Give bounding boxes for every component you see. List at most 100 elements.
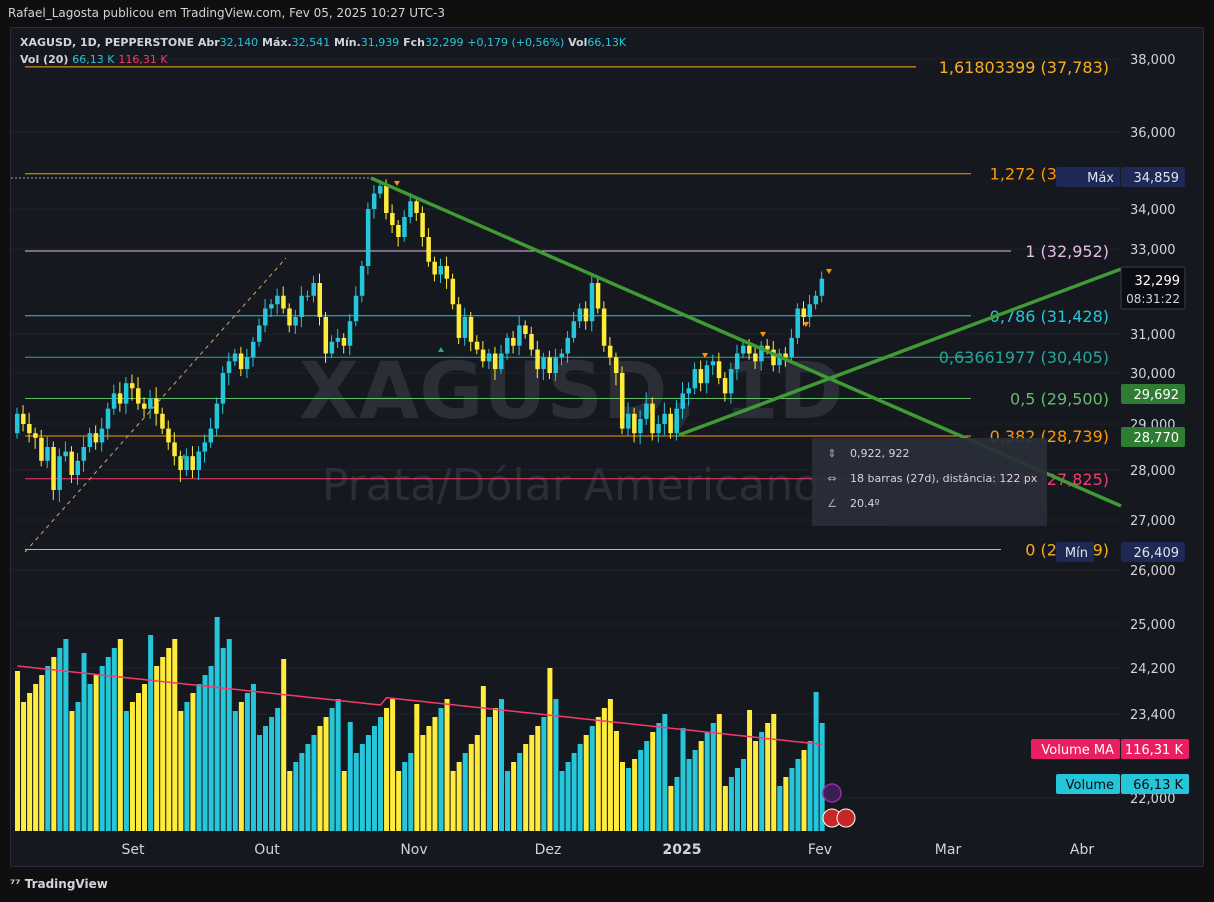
volume-bar bbox=[716, 714, 722, 831]
brand-name: TradingView bbox=[24, 877, 108, 891]
candle-body bbox=[686, 388, 692, 394]
candle-body bbox=[45, 447, 50, 461]
volume-bar bbox=[202, 675, 208, 831]
candle-body bbox=[335, 337, 341, 342]
candle-body bbox=[57, 456, 62, 490]
candle-body bbox=[535, 349, 540, 370]
price-tick-label: 38,000 bbox=[1130, 53, 1176, 68]
candle-body bbox=[214, 403, 220, 429]
candle-body bbox=[638, 418, 643, 434]
volume-bar bbox=[734, 768, 740, 831]
volume-bar bbox=[105, 657, 111, 831]
candle-body bbox=[93, 433, 99, 443]
candle-body bbox=[511, 337, 516, 346]
volume-bar bbox=[87, 684, 93, 831]
candle-body bbox=[444, 266, 450, 279]
candle-body bbox=[347, 321, 353, 346]
volume-bar bbox=[384, 708, 390, 831]
candle-body bbox=[39, 437, 44, 461]
candle-body bbox=[571, 321, 577, 338]
tradingview-logo[interactable]: ⁷⁷ TradingView bbox=[10, 877, 108, 891]
volume-bar bbox=[365, 735, 371, 831]
candle-body bbox=[365, 209, 371, 266]
volume-bar bbox=[190, 693, 196, 831]
volume-bar bbox=[123, 711, 129, 831]
volume-bar bbox=[511, 762, 517, 831]
time-tick-label: Nov bbox=[400, 842, 427, 858]
volume-bar bbox=[269, 717, 275, 831]
candle-body bbox=[402, 217, 407, 237]
volume-bar bbox=[438, 708, 444, 831]
candle-body bbox=[547, 357, 552, 373]
volume-bar bbox=[287, 771, 293, 831]
volume-bar bbox=[644, 741, 650, 831]
volume-bar bbox=[214, 617, 220, 831]
sell-signal-arrow bbox=[826, 269, 832, 274]
candle-body bbox=[626, 413, 631, 429]
measure-price: 0,922, 922 bbox=[850, 447, 910, 460]
volume-bar bbox=[244, 693, 250, 831]
volume-bar bbox=[414, 704, 420, 831]
volume-bar bbox=[499, 699, 504, 831]
time-tick-label: Abr bbox=[1070, 842, 1094, 858]
price-tick-label: 36,000 bbox=[1130, 126, 1176, 141]
volume-tag: Volume bbox=[1066, 778, 1114, 793]
candle-body bbox=[311, 283, 316, 296]
legend-ohlc: XAGUSD, 1D, PEPPERSTONE Abr32,140 Máx.32… bbox=[20, 36, 626, 49]
volume-bar bbox=[347, 722, 353, 831]
volume-bar bbox=[257, 735, 262, 831]
volume-bar bbox=[807, 741, 813, 831]
price-tick-label: 25,000 bbox=[1130, 618, 1176, 633]
candle-body bbox=[613, 357, 619, 373]
volume-bar bbox=[426, 726, 432, 831]
volume-bar bbox=[390, 699, 396, 831]
candle-body bbox=[359, 266, 365, 296]
chart-frame[interactable]: 38,000 36,000 34,000 33,000 31,000 30,000 29,0… bbox=[10, 27, 1204, 867]
volume-bar bbox=[63, 639, 69, 831]
candle-body bbox=[75, 460, 80, 475]
us-flag-event-icon[interactable] bbox=[836, 808, 856, 828]
candle-body bbox=[371, 193, 377, 209]
legend-open-label: Abr bbox=[197, 36, 220, 49]
volume-bar bbox=[329, 708, 335, 831]
candle-body bbox=[559, 353, 564, 358]
candle-body bbox=[698, 369, 704, 384]
volume-bar bbox=[474, 735, 480, 831]
candle-body bbox=[257, 325, 262, 342]
volume-bar bbox=[620, 762, 625, 831]
legend-symbol: XAGUSD, 1D, PEPPERSTONE bbox=[20, 36, 194, 49]
candle-body bbox=[577, 308, 583, 322]
candle-body bbox=[226, 361, 232, 373]
volume-bar bbox=[674, 777, 680, 831]
volume-bar bbox=[335, 699, 341, 831]
price-tick-label: 28,000 bbox=[1130, 464, 1176, 479]
lightning-event-icon[interactable] bbox=[822, 783, 842, 803]
time-tick-label: Dez bbox=[535, 842, 562, 858]
candle-body bbox=[529, 334, 534, 350]
volume-bar bbox=[432, 717, 438, 831]
candle-body bbox=[450, 278, 456, 305]
volume-bar bbox=[456, 762, 462, 831]
min-value-label: 26,409 bbox=[1134, 546, 1180, 561]
volume-bar bbox=[741, 759, 746, 831]
volume-bar bbox=[523, 744, 529, 831]
candle-body bbox=[408, 201, 413, 217]
measure-tooltip: ⇕ 0,922, 922 ⇔ 18 barras (27d), distância:… bbox=[812, 438, 1047, 526]
volume-bar bbox=[565, 762, 571, 831]
volume-bar bbox=[710, 723, 716, 831]
time-tick-label: 2025 bbox=[663, 842, 702, 858]
volume-bar bbox=[668, 786, 674, 831]
price-range-icon: ⇕ bbox=[827, 447, 837, 460]
volume-bar bbox=[813, 692, 819, 831]
legend-open: 32,140 bbox=[219, 36, 259, 49]
legend-vol-label: Vol bbox=[568, 36, 588, 49]
candle-body bbox=[299, 295, 304, 317]
candle-body bbox=[275, 295, 280, 305]
candle-body bbox=[166, 428, 171, 443]
volume-bar bbox=[402, 762, 408, 831]
candle-body bbox=[378, 185, 383, 194]
candle-body bbox=[250, 341, 256, 358]
legend-volume-ma[interactable]: Vol (20) 66,13 K 116,31 K bbox=[20, 53, 168, 66]
volume-bar bbox=[468, 744, 474, 831]
candle-body bbox=[269, 304, 274, 309]
